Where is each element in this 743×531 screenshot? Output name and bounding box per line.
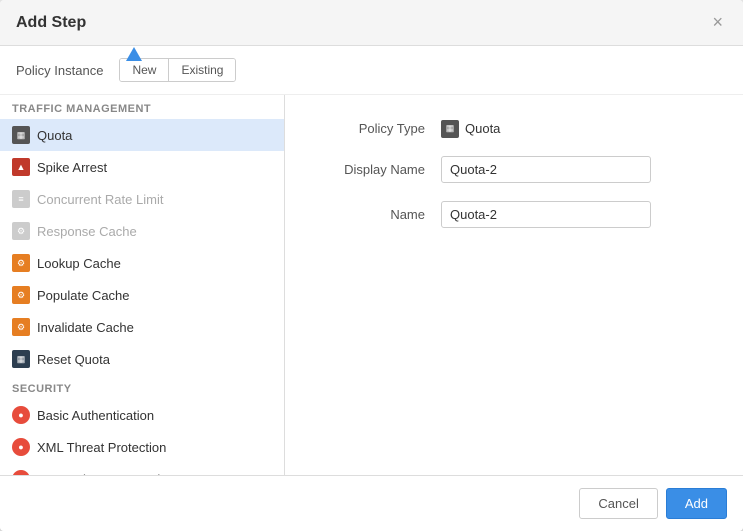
sidebar: TRAFFIC MANAGEMENT ▦ Quota ▲ Spike Arres… <box>0 95 285 475</box>
sidebar-item-xml-threat[interactable]: ● XML Threat Protection <box>0 431 284 463</box>
sidebar-item-quota[interactable]: ▦ Quota <box>0 119 284 151</box>
close-button[interactable]: × <box>708 12 727 33</box>
section-label-security: SECURITY <box>0 375 284 399</box>
basic-auth-icon: ● <box>12 406 30 424</box>
sidebar-item-label-xml-threat: XML Threat Protection <box>37 440 166 455</box>
policy-instance-label: Policy Instance <box>16 63 103 78</box>
policy-type-value: ▦ Quota <box>441 119 500 138</box>
sidebar-item-invalidate-cache[interactable]: ⚙ Invalidate Cache <box>0 311 284 343</box>
policy-type-icon: ▦ <box>441 119 459 138</box>
modal-header: Add Step × <box>0 0 743 46</box>
sidebar-item-label-concurrent-rate-limit: Concurrent Rate Limit <box>37 192 163 207</box>
quota-icon: ▦ <box>12 126 30 144</box>
spike-arrest-icon: ▲ <box>12 158 30 176</box>
display-name-row: Display Name <box>315 156 713 183</box>
new-button[interactable]: New <box>120 59 169 81</box>
cancel-button[interactable]: Cancel <box>579 488 657 519</box>
lookup-cache-icon: ⚙ <box>12 254 30 272</box>
sidebar-item-label-populate-cache: Populate Cache <box>37 288 130 303</box>
invalidate-cache-icon: ⚙ <box>12 318 30 336</box>
response-cache-icon: ⚙ <box>12 222 30 240</box>
sidebar-item-label-quota: Quota <box>37 128 72 143</box>
detail-panel: Policy Type ▦ Quota Display Name Name <box>285 95 743 475</box>
sidebar-item-label-response-cache: Response Cache <box>37 224 137 239</box>
modal-footer: Cancel Add <box>0 475 743 531</box>
sidebar-item-response-cache: ⚙ Response Cache <box>0 215 284 247</box>
add-step-modal: Add Step × Policy Instance New Existing … <box>0 0 743 531</box>
sidebar-item-label-spike-arrest: Spike Arrest <box>37 160 107 175</box>
populate-cache-icon: ⚙ <box>12 286 30 304</box>
xml-threat-icon: ● <box>12 438 30 456</box>
sidebar-item-label-reset-quota: Reset Quota <box>37 352 110 367</box>
policy-instance-toggle: New Existing <box>119 58 236 82</box>
sidebar-item-reset-quota[interactable]: ▦ Reset Quota <box>0 343 284 375</box>
policy-type-label: Policy Type <box>315 121 425 136</box>
display-name-input[interactable] <box>441 156 651 183</box>
sidebar-item-spike-arrest[interactable]: ▲ Spike Arrest <box>0 151 284 183</box>
name-input[interactable] <box>441 201 651 228</box>
json-threat-icon: ● <box>12 470 30 475</box>
concurrent-rate-limit-icon: ≡ <box>12 190 30 208</box>
sidebar-item-lookup-cache[interactable]: ⚙ Lookup Cache <box>0 247 284 279</box>
reset-quota-icon: ▦ <box>12 350 30 368</box>
policy-instance-row: Policy Instance New Existing <box>0 46 743 95</box>
modal-body: TRAFFIC MANAGEMENT ▦ Quota ▲ Spike Arres… <box>0 95 743 475</box>
sidebar-item-populate-cache[interactable]: ⚙ Populate Cache <box>0 279 284 311</box>
sidebar-item-label-invalidate-cache: Invalidate Cache <box>37 320 134 335</box>
sidebar-item-label-json-threat: JSON Threat Protection <box>37 472 175 476</box>
sidebar-item-label-lookup-cache: Lookup Cache <box>37 256 121 271</box>
sidebar-item-json-threat[interactable]: ● JSON Threat Protection <box>0 463 284 475</box>
policy-type-row: Policy Type ▦ Quota <box>315 119 713 138</box>
modal-title: Add Step <box>16 14 86 32</box>
name-label: Name <box>315 207 425 222</box>
name-row: Name <box>315 201 713 228</box>
sidebar-item-concurrent-rate-limit: ≡ Concurrent Rate Limit <box>0 183 284 215</box>
sidebar-item-label-basic-auth: Basic Authentication <box>37 408 154 423</box>
existing-button[interactable]: Existing <box>169 59 235 81</box>
section-label-traffic: TRAFFIC MANAGEMENT <box>0 95 284 119</box>
display-name-label: Display Name <box>315 162 425 177</box>
add-button[interactable]: Add <box>666 488 727 519</box>
sidebar-item-basic-auth[interactable]: ● Basic Authentication <box>0 399 284 431</box>
